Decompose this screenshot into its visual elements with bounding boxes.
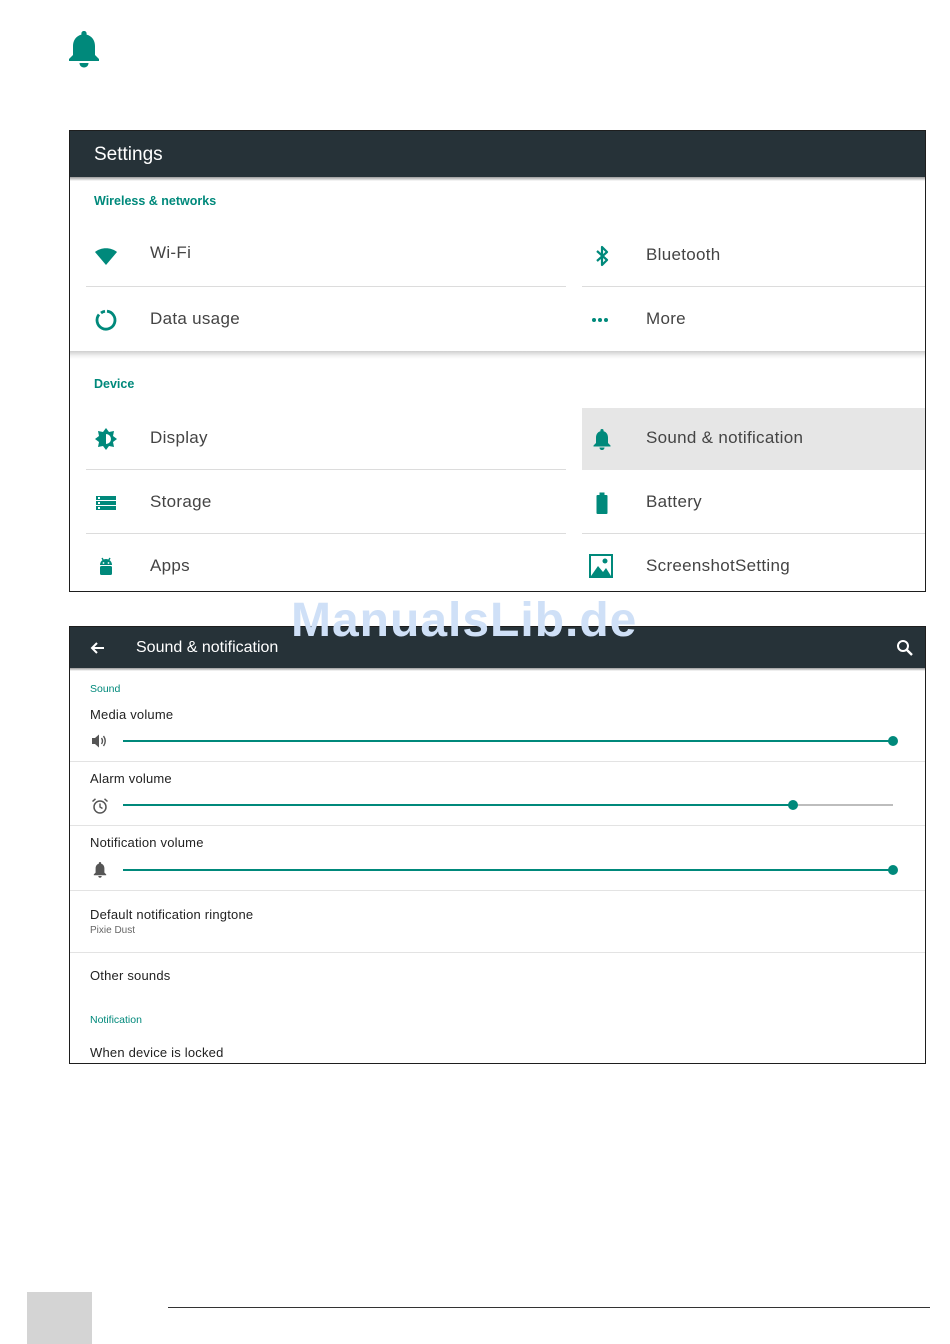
bluetooth-icon [590,244,614,268]
media-volume-fill [123,740,893,742]
footer-rule [168,1307,930,1308]
settings-item-label: Bluetooth [646,245,721,264]
other-sounds-label: Other sounds [90,968,171,983]
notification-volume-fill [123,869,893,871]
settings-title: Settings [94,144,163,165]
alarm-volume-slider[interactable] [123,800,893,810]
section-wireless-networks: Wireless & networks [94,194,217,208]
arrow-back-icon[interactable] [88,638,108,658]
settings-appbar: Settings [70,131,925,181]
settings-item-label: Apps [150,556,190,575]
media-volume-label: Media volume [90,707,174,722]
brightness-icon [94,427,118,451]
settings-item-label: Sound & notification [646,428,804,447]
settings-item-storage[interactable]: Storage [86,472,566,534]
settings-item-label: ScreenshotSetting [646,556,791,575]
settings-item-screenshot-setting[interactable]: ScreenshotSetting [582,536,925,591]
default-ringtone-row[interactable]: Default notification ringtone Pixie Dust [70,891,925,951]
other-sounds-row[interactable]: Other sounds [70,953,925,993]
sound-title: Sound & notification [136,639,279,656]
when-locked-row[interactable]: When device is locked [70,1035,925,1063]
settings-panel: Settings Wireless & networks Wi-Fi Bluet… [69,130,926,592]
section-notification: Notification [90,1014,142,1026]
media-volume-slider[interactable] [123,736,898,746]
settings-item-label: Data usage [150,309,240,328]
alarm-volume-fill [123,804,793,806]
bell-icon [590,427,614,451]
alarm-clock-icon [91,797,109,815]
android-icon [94,555,118,579]
alarm-volume-thumb[interactable] [787,800,798,810]
settings-item-apps[interactable]: Apps [86,536,566,591]
settings-item-label: More [646,309,686,328]
section-sound: Sound [90,683,121,695]
settings-item-bluetooth[interactable]: Bluetooth [582,225,925,287]
wifi-icon [94,244,118,268]
settings-item-label: Battery [646,492,702,511]
screenshot-icon [588,553,614,579]
notification-volume-slider[interactable] [123,865,898,875]
ringtone-label: Default notification ringtone [90,907,254,922]
settings-item-label: Display [150,428,208,447]
notification-bell-icon [92,861,108,879]
page-tab [27,1292,92,1344]
media-volume-thumb[interactable] [888,736,898,746]
notification-volume-thumb[interactable] [888,865,898,875]
search-icon[interactable] [896,639,914,657]
more-icon [590,308,614,332]
settings-item-display[interactable]: Display [86,408,566,470]
section-device: Device [94,377,135,391]
settings-item-more[interactable]: More [582,289,925,351]
sound-notification-panel: Sound & notification Sound Media volume … [69,626,926,1064]
settings-item-sound-notification[interactable]: Sound & notification [582,408,925,470]
settings-item-wifi[interactable]: Wi-Fi [86,225,566,287]
notification-volume-label: Notification volume [90,835,204,850]
alarm-volume-label: Alarm volume [90,771,172,786]
battery-icon [590,491,614,515]
storage-icon [94,491,118,515]
data-usage-icon [94,308,118,332]
ringtone-value: Pixie Dust [90,925,136,936]
bell-icon [64,28,104,70]
settings-item-battery[interactable]: Battery [582,472,925,534]
settings-item-label: Storage [150,492,212,511]
settings-item-data-usage[interactable]: Data usage [86,289,566,351]
watermark: ManualsLib.de [291,594,638,647]
speaker-icon [91,733,109,749]
when-locked-label: When device is locked [90,1045,224,1060]
settings-item-label: Wi-Fi [150,243,192,262]
section-divider [70,351,925,359]
